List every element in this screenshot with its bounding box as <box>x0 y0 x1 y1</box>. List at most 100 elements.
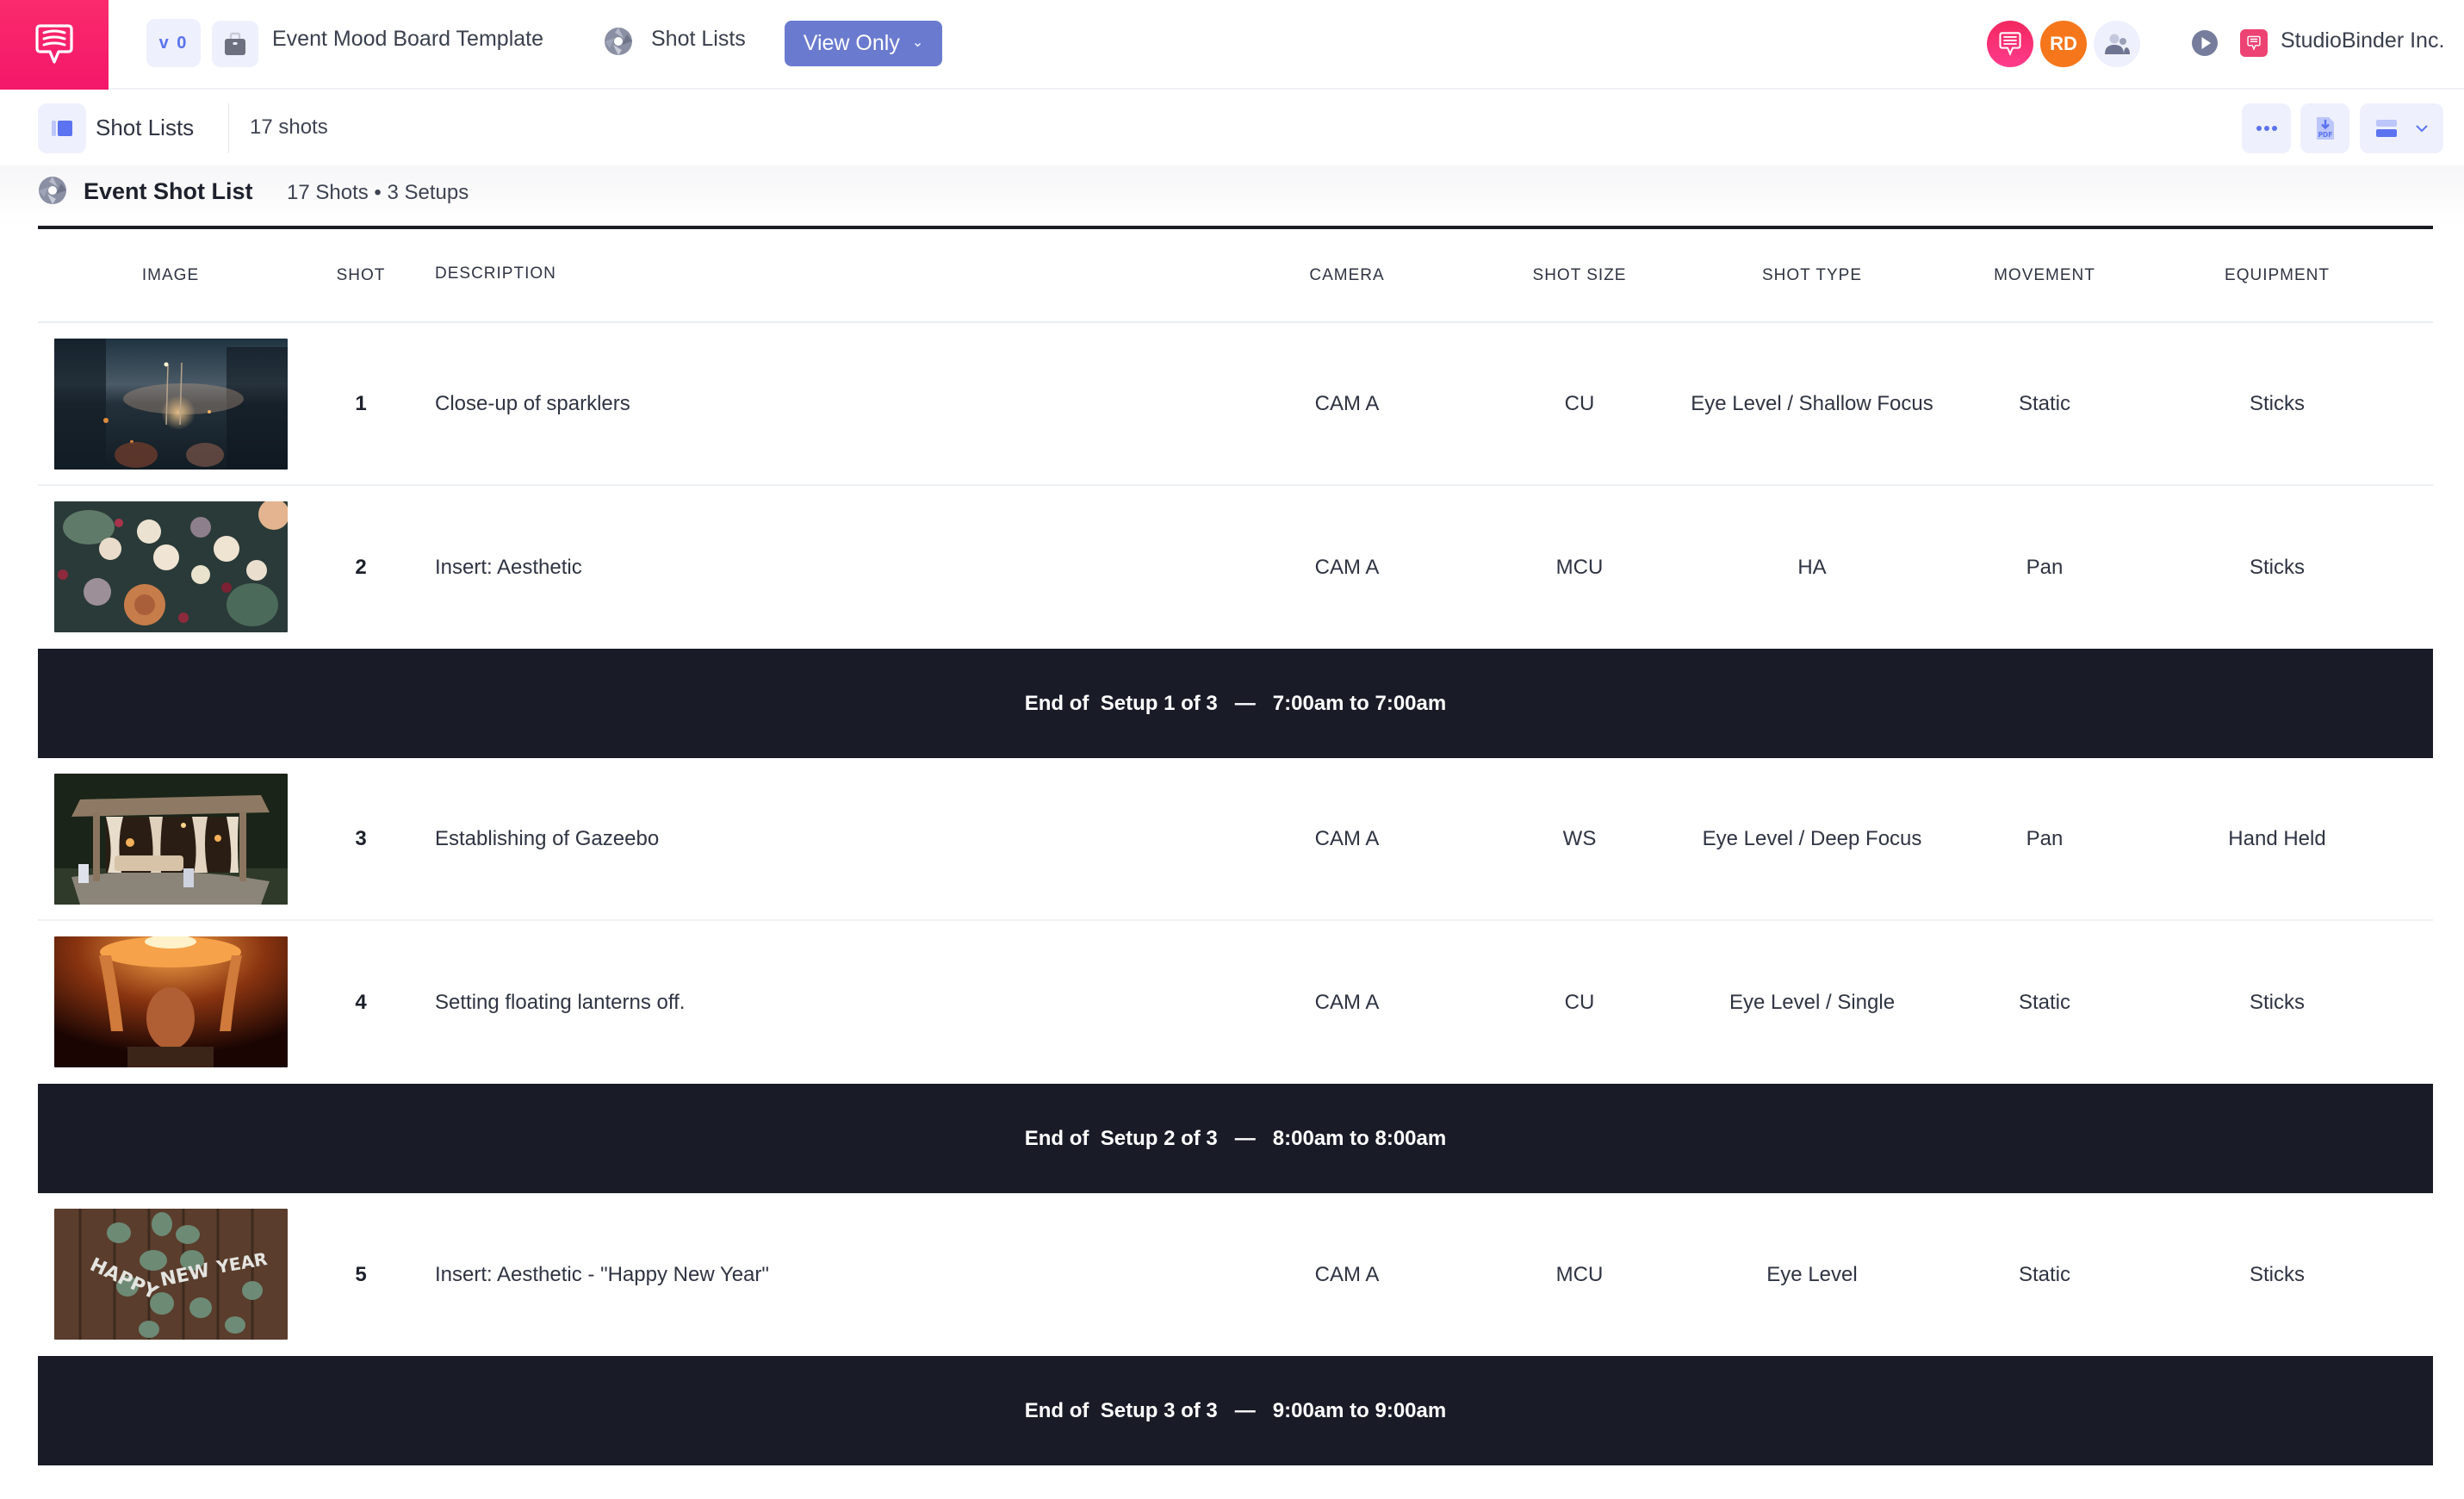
shot-number: 1 <box>355 391 367 415</box>
shot-movement[interactable]: Static <box>2019 991 2070 1015</box>
organization-name[interactable]: StudioBinder Inc. <box>2281 28 2444 53</box>
column-header-description[interactable]: DESCRIPTION <box>435 264 556 283</box>
avatar-initials: RD <box>2050 33 2077 54</box>
column-header-shot[interactable]: SHOT <box>337 266 386 285</box>
sparklers-image <box>54 339 288 470</box>
chevron-down-icon <box>2415 124 2428 132</box>
play-tutorial-icon[interactable] <box>2191 29 2219 57</box>
shot-type[interactable]: Eye Level / Deep Focus <box>1703 827 1922 851</box>
table-header-row: IMAGE SHOT DESCRIPTION CAMERA SHOT SIZE … <box>38 229 2433 323</box>
shot-thumbnail-sparklers[interactable] <box>54 339 288 470</box>
shot-size[interactable]: WS <box>1563 827 1597 851</box>
chat-logo-icon <box>2247 35 2261 51</box>
shot-equipment[interactable]: Sticks <box>2250 392 2305 416</box>
shot-size[interactable]: CU <box>1565 991 1595 1015</box>
shot-camera[interactable]: CAM A <box>1315 991 1380 1015</box>
shot-description[interactable]: Insert: Aesthetic <box>435 556 582 580</box>
shot-number: 5 <box>355 1262 367 1286</box>
version-badge[interactable]: v 0 <box>146 19 201 67</box>
shot-number: 3 <box>355 826 367 850</box>
chevron-down-icon: ⌄ <box>911 34 924 50</box>
shot-camera[interactable]: CAM A <box>1315 827 1380 851</box>
layout-view-dropdown[interactable] <box>2360 103 2443 153</box>
column-header-image[interactable]: IMAGE <box>142 266 199 285</box>
table-row[interactable]: HAPPY NEW YEAR 5 Insert: Aesthetic - "Ha… <box>38 1193 2433 1356</box>
chat-logo-icon <box>35 24 73 64</box>
shot-equipment[interactable]: Sticks <box>2250 556 2305 580</box>
shot-type[interactable]: Eye Level / Shallow Focus <box>1691 392 1933 416</box>
shot-thumbnail-happy-new-year[interactable]: HAPPY NEW YEAR <box>54 1209 288 1340</box>
users-icon <box>2105 34 2130 54</box>
studiobinder-logo[interactable] <box>0 0 109 90</box>
org-logo[interactable] <box>2240 29 2268 57</box>
view-only-label: View Only <box>803 31 900 55</box>
setup-end-label: End of Setup 3 of 3 — 9:00am to 9:00am <box>1024 1398 1447 1422</box>
top-nav-bar: v 0 Event Mood Board Template Shot Lists… <box>0 0 2464 90</box>
column-header-camera[interactable]: CAMERA <box>1309 266 1384 285</box>
aperture-icon <box>39 177 66 204</box>
column-header-shot-type[interactable]: SHOT TYPE <box>1762 266 1862 285</box>
shot-description[interactable]: Setting floating lanterns off. <box>435 991 685 1015</box>
shot-movement[interactable]: Static <box>2019 1263 2070 1287</box>
breadcrumb-shot-lists[interactable]: Shot Lists <box>651 27 746 52</box>
avatar-rd[interactable]: RD <box>2040 21 2087 67</box>
shot-size[interactable]: MCU <box>1556 1263 1604 1287</box>
column-header-shot-size[interactable]: SHOT SIZE <box>1533 266 1627 285</box>
shot-equipment[interactable]: Hand Held <box>2228 827 2325 851</box>
table-row[interactable]: 1 Close-up of sparklers CAM A CU Eye Lev… <box>38 323 2433 486</box>
flowers-image <box>54 501 288 632</box>
shot-equipment[interactable]: Sticks <box>2250 1263 2305 1287</box>
shot-size[interactable]: MCU <box>1556 556 1604 580</box>
table-row[interactable]: 2 Insert: Aesthetic CAM A MCU HA Pan Sti… <box>38 486 2433 649</box>
shot-movement[interactable]: Pan <box>2026 556 2064 580</box>
shot-lists-title: Shot Lists <box>96 115 195 140</box>
divider <box>228 103 229 153</box>
setup-divider: End of Setup 2 of 3 — 8:00am to 8:00am <box>38 1084 2433 1193</box>
lantern-image <box>54 936 288 1067</box>
setup-divider: End of Setup 1 of 3 — 7:00am to 7:00am <box>38 649 2433 758</box>
happy-new-year-image: HAPPY NEW YEAR <box>54 1209 288 1340</box>
shot-movement[interactable]: Pan <box>2026 827 2064 851</box>
shot-thumbnail-lantern[interactable] <box>54 936 288 1067</box>
setup-end-label: End of Setup 1 of 3 — 7:00am to 7:00am <box>1024 691 1447 715</box>
project-title[interactable]: Event Mood Board Template <box>272 27 543 52</box>
shot-description[interactable]: Close-up of sparklers <box>435 392 630 416</box>
shot-list-table: IMAGE SHOT DESCRIPTION CAMERA SHOT SIZE … <box>38 229 2433 1465</box>
avatar-studiobinder[interactable] <box>1987 21 2033 67</box>
team-members-button[interactable] <box>2094 21 2140 67</box>
shot-camera[interactable]: CAM A <box>1315 1263 1380 1287</box>
table-row[interactable]: 4 Setting floating lanterns off. CAM A C… <box>38 921 2433 1084</box>
export-pdf-button[interactable]: PDF <box>2300 103 2349 153</box>
shot-description[interactable]: Insert: Aesthetic - "Happy New Year" <box>435 1263 769 1287</box>
more-dots-icon <box>2256 126 2277 131</box>
shot-thumbnail-flowers[interactable] <box>54 501 288 632</box>
shot-type[interactable]: HA <box>1797 556 1826 580</box>
shot-camera[interactable]: CAM A <box>1315 556 1380 580</box>
shot-type[interactable]: Eye Level <box>1766 1263 1857 1287</box>
view-only-dropdown[interactable]: View Only ⌄ <box>785 21 942 66</box>
table-row[interactable]: 3 Establishing of Gazeebo CAM A WS Eye L… <box>38 758 2433 921</box>
shot-equipment[interactable]: Sticks <box>2250 991 2305 1015</box>
shot-number: 2 <box>355 555 367 579</box>
shot-description[interactable]: Establishing of Gazeebo <box>435 827 659 851</box>
chat-logo-icon <box>1999 32 2021 57</box>
svg-text:PDF: PDF <box>2318 131 2332 139</box>
shot-size[interactable]: CU <box>1565 392 1595 416</box>
shot-camera[interactable]: CAM A <box>1315 392 1380 416</box>
column-header-equipment[interactable]: EQUIPMENT <box>2225 266 2330 285</box>
shot-list-toolbar: Shot Lists 17 shots <box>0 91 2464 165</box>
column-header-movement[interactable]: MOVEMENT <box>1994 266 2095 285</box>
shot-movement[interactable]: Static <box>2019 392 2070 416</box>
gazebo-image <box>54 774 288 905</box>
shot-list-summary: 17 Shots • 3 Setups <box>287 181 469 204</box>
shot-count: 17 shots <box>250 115 328 139</box>
project-icon-button[interactable] <box>212 21 258 67</box>
layout-rows-icon <box>2375 120 2397 137</box>
sidebar-toggle-button[interactable] <box>38 103 86 153</box>
shot-number: 4 <box>355 990 367 1014</box>
more-options-button[interactable] <box>2242 103 2291 153</box>
shot-type[interactable]: Eye Level / Single <box>1729 991 1895 1015</box>
shot-list-title: Event Shot List <box>84 178 253 204</box>
shot-thumbnail-gazebo[interactable] <box>54 774 288 905</box>
version-label: v 0 <box>158 33 189 53</box>
